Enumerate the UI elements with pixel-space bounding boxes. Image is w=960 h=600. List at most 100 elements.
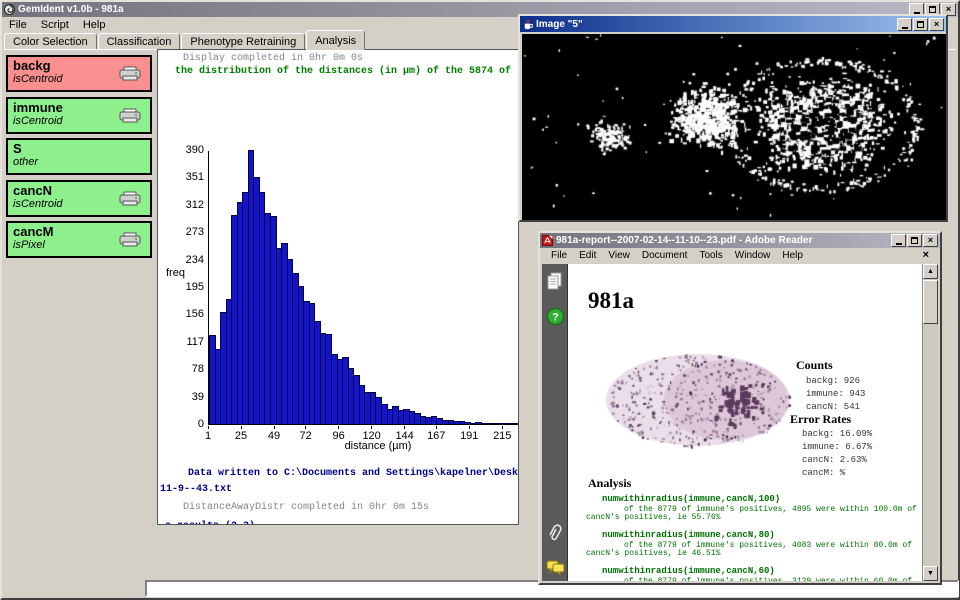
phenotype-name: S bbox=[13, 141, 145, 156]
analysis-output-panel: Display completed in 0hr 0m 0s the distr… bbox=[157, 49, 519, 525]
analysis-function: numwithinradius(immune,cancN,60) bbox=[602, 566, 922, 576]
reader-window-title: 981a-report--2007-02-14--11-10--23.pdf -… bbox=[556, 235, 812, 246]
y-tick-label: 156 bbox=[160, 308, 204, 320]
counts-list: backg: 926immune: 943cancN: 541 bbox=[806, 375, 865, 414]
close-icon[interactable]: × bbox=[923, 234, 938, 247]
svg-text:?: ? bbox=[552, 312, 559, 324]
maximize-icon[interactable] bbox=[907, 234, 922, 247]
y-tick-label: 273 bbox=[160, 226, 204, 238]
desktop: GemIdent v1.0b - 981a × FileScriptHelp C… bbox=[0, 0, 960, 600]
x-axis-label: distance (µm) bbox=[298, 440, 458, 452]
minimize-icon[interactable] bbox=[891, 234, 906, 247]
count-row: backg: 926 bbox=[806, 375, 865, 388]
error-rate-row: backg: 16.09% bbox=[802, 428, 872, 441]
reader-menu-file[interactable]: File bbox=[545, 250, 573, 261]
tab-phenotype-retraining[interactable]: Phenotype Retraining bbox=[181, 33, 305, 50]
log-line-display-completed: Display completed in 0hr 0m 0s bbox=[183, 53, 363, 64]
y-tick-label: 390 bbox=[160, 144, 204, 156]
pdf-scrollbar[interactable]: ▲ ▼ bbox=[922, 264, 938, 581]
close-document-icon[interactable]: × bbox=[917, 249, 935, 261]
tab-classification[interactable]: Classification bbox=[98, 33, 181, 50]
printer-icon bbox=[118, 66, 142, 82]
analysis-block: numwithinradius(immune,cancN,100)of the … bbox=[568, 494, 922, 522]
minimize-icon[interactable] bbox=[897, 18, 912, 31]
pdf-heading: 981a bbox=[588, 288, 634, 314]
phenotype-item-cancM[interactable]: cancMisPixel bbox=[6, 221, 152, 258]
tab-analysis[interactable]: Analysis bbox=[306, 30, 365, 50]
y-tick-label: 117 bbox=[160, 336, 204, 348]
image-titlebar[interactable]: Image "5" × bbox=[520, 16, 946, 32]
x-tick-label: 215 bbox=[484, 426, 519, 442]
y-tick-label: 39 bbox=[160, 391, 204, 403]
tab-color-selection[interactable]: Color Selection bbox=[4, 33, 97, 50]
tab-bar: Color SelectionClassificationPhenotype R… bbox=[4, 32, 366, 50]
scroll-down-icon[interactable]: ▼ bbox=[923, 566, 938, 581]
y-axis-label: freq bbox=[166, 267, 185, 279]
printer-icon bbox=[118, 108, 142, 124]
analysis-result-line: cancN's positives, ie 55.76% bbox=[586, 514, 922, 522]
close-icon[interactable]: × bbox=[929, 18, 944, 31]
menu-help[interactable]: Help bbox=[76, 18, 113, 32]
menu-file[interactable]: File bbox=[2, 18, 34, 32]
y-tick-label: 78 bbox=[160, 363, 204, 375]
maximize-icon[interactable] bbox=[913, 18, 928, 31]
main-window-title: GemIdent v1.0b - 981a bbox=[18, 4, 124, 15]
image-window: Image "5" × bbox=[518, 14, 948, 222]
reader-menu-help[interactable]: Help bbox=[776, 250, 809, 261]
error-rates-title: Error Rates bbox=[790, 412, 851, 427]
help-icon[interactable]: ? bbox=[546, 308, 564, 326]
reader-menu-document[interactable]: Document bbox=[636, 250, 694, 261]
paperclip-icon[interactable] bbox=[546, 522, 564, 540]
adobe-reader-window: 981a-report--2007-02-14--11-10--23.pdf -… bbox=[538, 231, 942, 585]
java-icon bbox=[522, 19, 533, 30]
pdf-page: 981a Counts backg: 926immune: 943cancN: … bbox=[568, 264, 922, 581]
error-rate-row: cancM: % bbox=[802, 467, 872, 480]
y-tick-label: 312 bbox=[160, 199, 204, 211]
scrollbar-thumb[interactable] bbox=[923, 280, 938, 324]
chart-header: the distribution of the distances (in µm… bbox=[175, 66, 511, 77]
image-view[interactable] bbox=[522, 34, 944, 218]
reader-menu-window[interactable]: Window bbox=[729, 250, 777, 261]
scroll-up-icon[interactable]: ▲ bbox=[923, 264, 938, 279]
x-tick-label: 49 bbox=[256, 426, 292, 442]
phenotype-item-backg[interactable]: backgisCentroid bbox=[6, 55, 152, 92]
pdf-icon bbox=[542, 235, 553, 246]
phenotype-kind: other bbox=[13, 156, 145, 169]
reader-titlebar[interactable]: 981a-report--2007-02-14--11-10--23.pdf -… bbox=[540, 233, 940, 248]
app-icon bbox=[4, 4, 15, 15]
phenotype-item-S[interactable]: Sother bbox=[6, 138, 152, 175]
log-line-clipped: s results (2.3) bbox=[165, 521, 255, 525]
phenotype-item-immune[interactable]: immuneisCentroid bbox=[6, 97, 152, 134]
error-rates-list: backg: 16.09%immune: 6.67%cancN: 2.63%ca… bbox=[802, 428, 872, 480]
phenotype-item-cancN[interactable]: cancNisCentroid bbox=[6, 180, 152, 217]
analysis-result-line: of the 8779 of immune's positives, 3129 … bbox=[624, 578, 922, 581]
printer-icon bbox=[118, 232, 142, 248]
y-tick-label: 195 bbox=[160, 281, 204, 293]
counts-title: Counts bbox=[796, 358, 833, 373]
binary-image[interactable] bbox=[522, 34, 946, 220]
histogram bbox=[208, 151, 519, 425]
log-line-data-written: Data written to C:\Documents and Setting… bbox=[188, 468, 519, 479]
image-window-title: Image "5" bbox=[536, 19, 583, 30]
analysis-block: numwithinradius(immune,cancN,60) of the 8… bbox=[568, 566, 922, 581]
reader-menu-view[interactable]: View bbox=[602, 250, 636, 261]
log-line-completed: DistanceAwayDistr completed in 0hr 0m 15… bbox=[183, 502, 429, 513]
y-tick-label: 234 bbox=[160, 254, 204, 266]
error-rate-row: cancN: 2.63% bbox=[802, 454, 872, 467]
reader-menu-tools[interactable]: Tools bbox=[693, 250, 728, 261]
x-tick-label: 25 bbox=[223, 426, 259, 442]
histology-image bbox=[598, 342, 798, 454]
reader-tool-strip: ? bbox=[542, 264, 568, 581]
x-tick-label: 1 bbox=[190, 426, 226, 442]
reader-menu-edit[interactable]: Edit bbox=[573, 250, 602, 261]
analysis-title: Analysis bbox=[588, 476, 631, 491]
analysis-function: numwithinradius(immune,cancN,80) bbox=[602, 530, 922, 540]
pages-icon[interactable] bbox=[546, 272, 564, 290]
menu-script[interactable]: Script bbox=[34, 18, 76, 32]
analysis-result-line: cancN's positives, ie 46.51% bbox=[586, 550, 922, 558]
error-rate-row: immune: 6.67% bbox=[802, 441, 872, 454]
analysis-block: numwithinradius(immune,cancN,80)of the 8… bbox=[568, 530, 922, 558]
reader-body: ? 981a bbox=[542, 264, 938, 581]
log-line-filename: 11-9--43.txt bbox=[160, 484, 232, 495]
comments-icon[interactable] bbox=[546, 560, 564, 578]
